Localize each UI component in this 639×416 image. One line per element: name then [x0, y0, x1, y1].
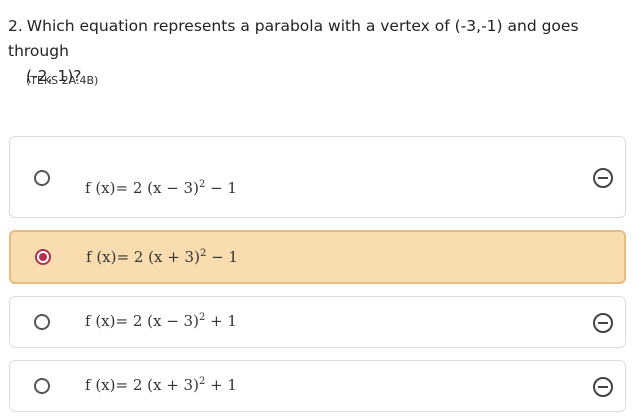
eliminate-icon[interactable] — [593, 313, 613, 333]
equation-a-tail: − 1 — [205, 179, 237, 197]
radio-button-a[interactable] — [34, 170, 50, 186]
question-number: 2. — [8, 17, 23, 35]
equation-d-tail: + 1 — [205, 376, 237, 394]
answer-choice-a[interactable]: f (x)= 2 (x − 3)2 − 1 — [9, 136, 626, 218]
equation-b: f (x)= 2 (x + 3)2 − 1 — [86, 248, 238, 266]
equation-b-tail: − 1 — [206, 248, 238, 266]
radio-button-b[interactable] — [35, 249, 51, 265]
equation-c: f (x)= 2 (x − 3)2 + 1 — [85, 312, 237, 330]
equation-d-main: f (x)= 2 (x + 3) — [85, 376, 199, 394]
question-line-1: Which equation represents a parabola wit… — [8, 17, 579, 60]
eliminate-icon[interactable] — [593, 168, 613, 188]
radio-button-d[interactable] — [34, 378, 50, 394]
radio-button-c[interactable] — [34, 314, 50, 330]
answer-choice-c[interactable]: f (x)= 2 (x − 3)2 + 1 — [9, 296, 626, 348]
equation-a: f (x)= 2 (x − 3)2 − 1 — [85, 179, 237, 197]
eliminate-icon[interactable] — [593, 377, 613, 397]
equation-b-main: f (x)= 2 (x + 3) — [86, 248, 200, 266]
standard-label: (TEKS 2A.4B) — [26, 74, 99, 87]
question-line-2: (-2, 1)? — [26, 67, 82, 85]
equation-c-main: f (x)= 2 (x − 3) — [85, 312, 199, 330]
equation-d: f (x)= 2 (x + 3)2 + 1 — [85, 376, 237, 394]
equation-a-main: f (x)= 2 (x − 3) — [85, 179, 199, 197]
question-text: 2. Which equation represents a parabola w… — [8, 14, 630, 89]
equation-c-tail: + 1 — [205, 312, 237, 330]
answer-choice-d[interactable]: f (x)= 2 (x + 3)2 + 1 — [9, 360, 626, 412]
answer-choice-b[interactable]: f (x)= 2 (x + 3)2 − 1 — [9, 230, 626, 284]
